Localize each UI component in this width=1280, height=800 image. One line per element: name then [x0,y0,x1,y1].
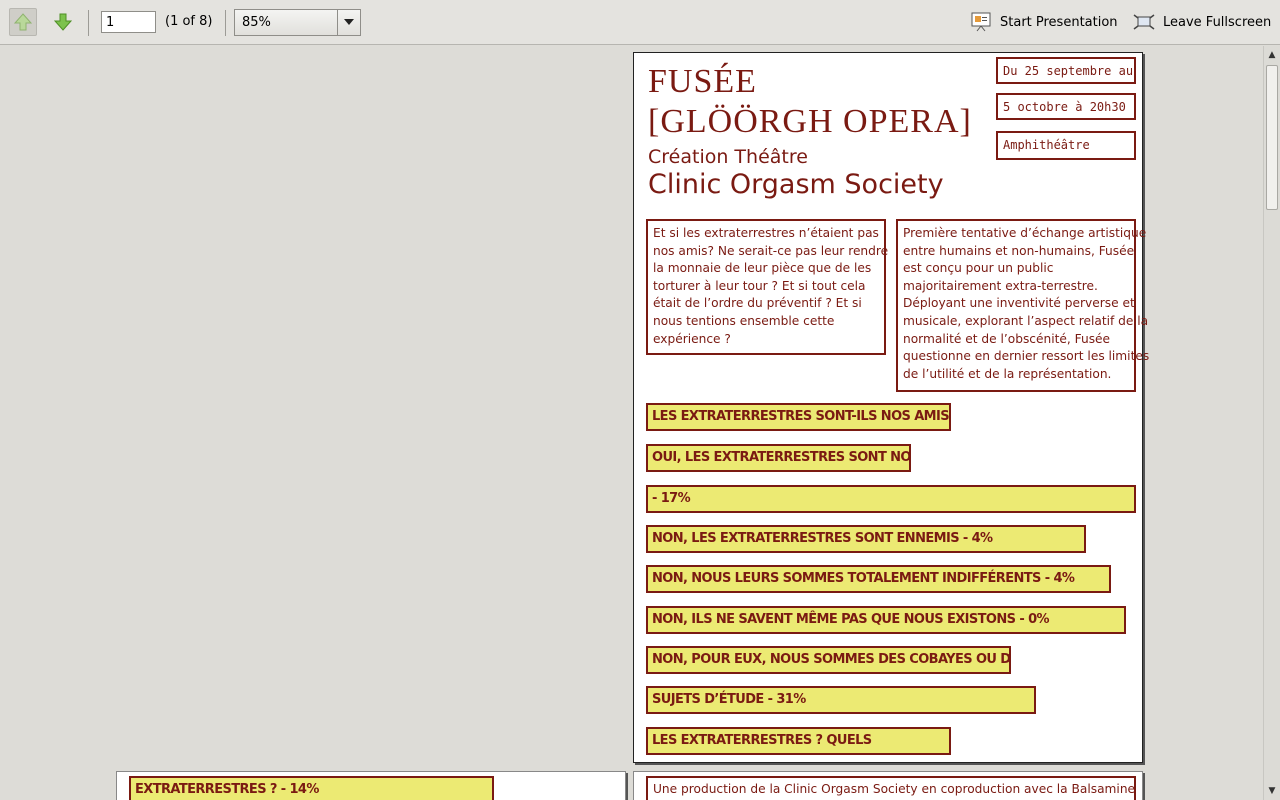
venue-box: Amphithéâtre [996,131,1136,160]
toolbar-separator [88,10,89,36]
text-line: majoritairement extra-terrestre. [903,278,1098,293]
poster-category: Création Théâtre [648,146,808,168]
scrollbar-thumb[interactable] [1266,65,1278,210]
poll-bar: EXTRATERRESTRES ? - 14% [129,776,494,800]
previous-page-icon [13,13,33,31]
poll-bar: OUI, LES EXTRATERRESTRES SONT NOS AMIS [646,444,911,472]
poll-bar: NON, LES EXTRATERRESTRES SONT ENNEMIS - … [646,525,1086,553]
scroll-down-icon[interactable]: ▼ [1264,783,1280,799]
date-box-start: Du 25 septembre au [996,57,1136,84]
start-presentation-label: Start Presentation [1000,14,1118,30]
next-page-button[interactable] [49,8,77,36]
poll-bar: LES EXTRATERRESTRES ? QUELS [646,727,951,755]
text-line: entre humains et non-humains, Fusée [903,243,1135,258]
text-line: normalité et de l’obscénité, Fusée [903,331,1111,346]
intro-text-box: Et si les extraterrestres n’étaient pas … [646,219,889,355]
leave-fullscreen-label: Leave Fullscreen [1163,14,1272,30]
description-text-box: Première tentative d’échange artistique … [896,219,1150,392]
document-viewport[interactable]: FUSÉE [GLÖÖRGH OPERA] Création Théâtre C… [0,46,1263,800]
text-line: de l’utilité et de la représentation. [903,366,1112,381]
next-page-icon [53,13,73,31]
dropdown-arrow-icon[interactable] [337,10,360,35]
text-line: Première tentative d’échange artistique [903,226,1147,240]
text-line: Déployant une inventivité perverse et [903,296,1135,311]
text-line: nos amis? Ne serait-ce pas leur rendre [653,243,889,258]
credits-text-box: Une production de la Clinic Orgasm Socie… [646,776,1136,800]
text-line: était de l’ordre du préventif ? Et si [653,296,862,311]
document-page: FUSÉE [GLÖÖRGH OPERA] Création Théâtre C… [633,52,1150,763]
vertical-scrollbar[interactable]: ▲ ▼ [1263,46,1280,800]
text-line: Et si les extraterrestres n’étaient pas [653,226,879,240]
text-line: la monnaie de leur pièce que de les [653,261,872,276]
text-line: est conçu pour un public [903,261,1054,276]
date-box-end: 5 octobre à 20h30 [996,93,1136,120]
poster-company: Clinic Orgasm Society [648,169,944,200]
leave-fullscreen-icon [1133,11,1155,33]
poster-title: FUSÉE [648,63,757,100]
poll-bar: LES EXTRATERRESTRES SONT-ILS NOS AMIS ? [646,403,951,431]
poll-bar: NON, NOUS LEURS SOMMES TOTALEMENT INDIFF… [646,565,1111,593]
zoom-value: 85% [242,15,271,30]
document-page-next: Une production de la Clinic Orgasm Socie… [633,771,1143,800]
text-line: torturer à leur tour ? Et si tout cela [653,278,866,293]
document-page-left: EXTRATERRESTRES ? - 14% [116,771,626,800]
poster-subtitle: [GLÖÖRGH OPERA] [648,103,972,140]
start-presentation-button[interactable]: Start Presentation [970,11,1118,33]
document-toolbar: (1 of 8) 85% Start Presentation Leave Fu… [0,0,1280,45]
previous-page-button[interactable] [9,8,37,36]
presentation-icon [970,11,992,33]
page-number-input[interactable] [101,11,156,33]
leave-fullscreen-button[interactable]: Leave Fullscreen [1133,11,1271,33]
poll-bar: - 17% [646,485,1136,513]
text-line: musicale, explorant l’aspect relatif de … [903,313,1149,328]
poll-bar: SUJETS D’ÉTUDE - 31% [646,686,1036,714]
poll-bar: NON, ILS NE SAVENT MÊME PAS QUE NOUS EXI… [646,606,1126,634]
zoom-select[interactable]: 85% [234,9,361,36]
text-line: expérience ? [653,331,731,346]
text-line: questionne en dernier ressort les limite… [903,349,1150,364]
scroll-up-icon[interactable]: ▲ [1264,47,1280,63]
poll-bar: NON, POUR EUX, NOUS SOMMES DES COBAYES O… [646,646,1011,674]
toolbar-separator [225,10,226,36]
page-count: (1 of 8) [165,14,213,29]
text-line: nous tentions ensemble cette [653,313,835,328]
